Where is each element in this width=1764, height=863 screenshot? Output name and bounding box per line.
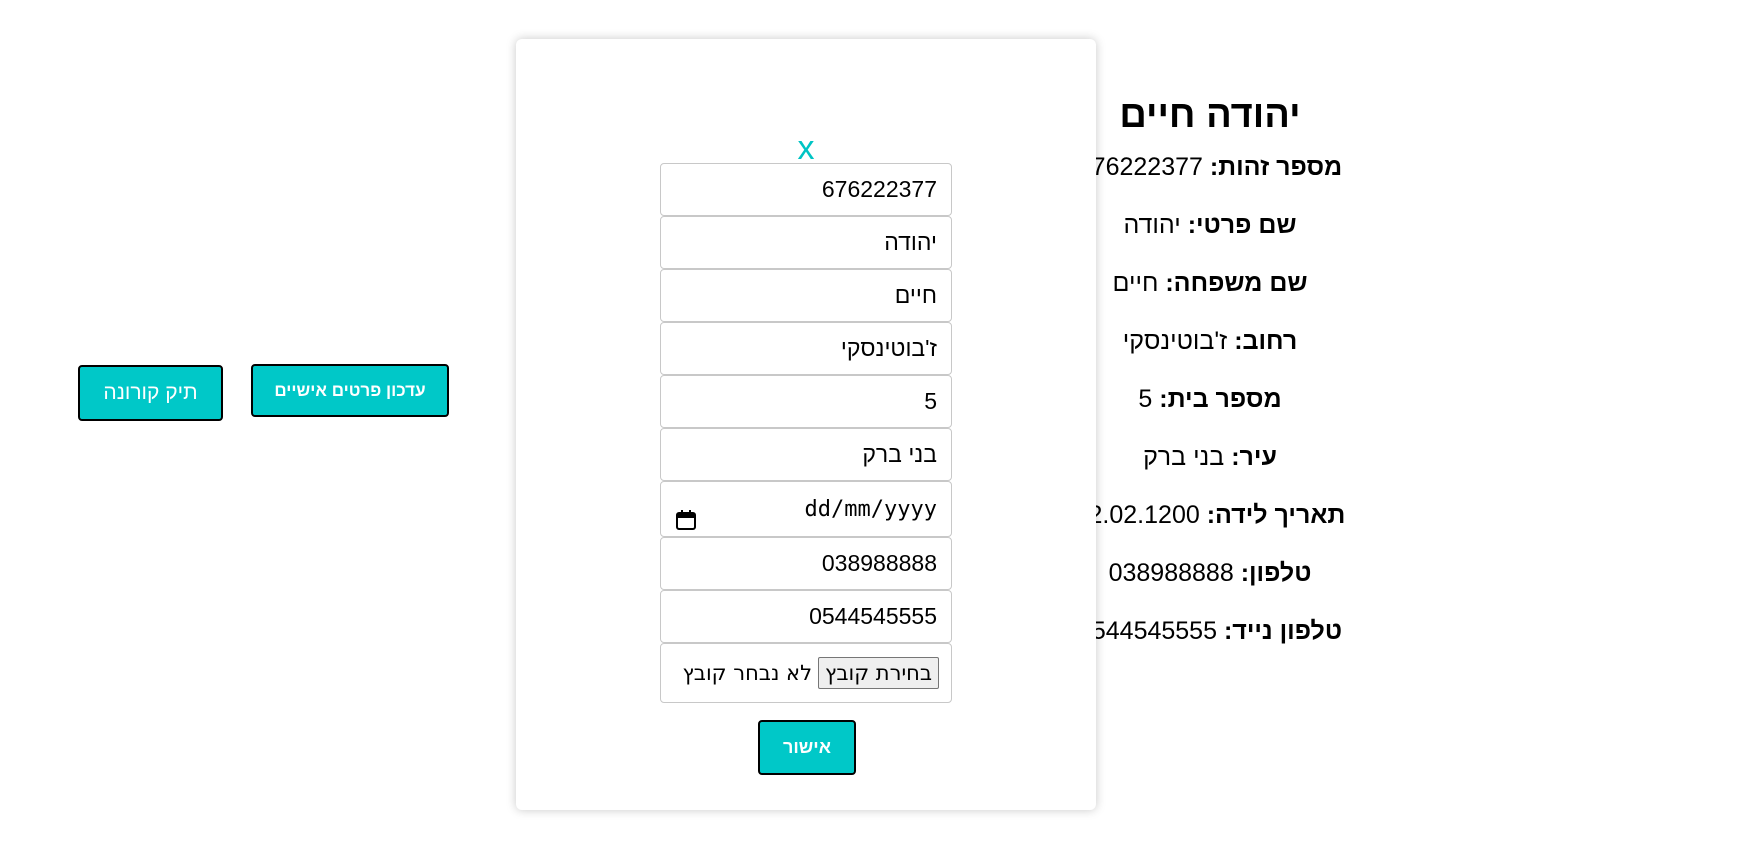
id-input[interactable] (675, 164, 937, 215)
profile-label: תאריך לידה: (1206, 501, 1346, 529)
street-field[interactable] (660, 322, 952, 375)
last-name-field[interactable] (660, 269, 952, 322)
profile-label: מספר זהות: (1209, 153, 1343, 181)
close-icon[interactable]: x (516, 131, 1096, 165)
last-name-input[interactable] (675, 270, 937, 321)
city-input[interactable] (675, 429, 937, 480)
house-number-input[interactable] (675, 376, 937, 427)
profile-value: 0544545555 (1077, 617, 1217, 645)
birth-date-field[interactable]: dd/mm/yyyy (660, 481, 952, 537)
profile-value: 5 (1138, 385, 1153, 413)
profile-value: בני ברק (1143, 443, 1225, 471)
edit-details-modal: x dd/mm/y (516, 39, 1096, 810)
profile-label: מספר בית: (1159, 385, 1282, 413)
profile-label: טלפון: (1240, 559, 1312, 587)
mobile-input[interactable] (675, 591, 937, 642)
corona-file-button[interactable]: תיק קורונה (78, 365, 223, 421)
profile-value: 038988888 (1108, 559, 1234, 587)
confirm-button[interactable]: אישור (758, 720, 856, 775)
first-name-field[interactable] (660, 216, 952, 269)
street-input[interactable] (675, 323, 937, 374)
city-field[interactable] (660, 428, 952, 481)
id-field[interactable] (660, 163, 952, 216)
house-number-field[interactable] (660, 375, 952, 428)
calendar-icon[interactable] (675, 498, 697, 530)
profile-label: שם פרטי: (1187, 211, 1297, 239)
profile-value: ז'בוטינסקי (1122, 327, 1228, 355)
page: יהודה חיים מספר זהות: 676222377 שם פרטי:… (0, 0, 1764, 863)
mobile-field[interactable] (660, 590, 952, 643)
first-name-input[interactable] (675, 217, 937, 268)
file-upload-field[interactable]: בחירת קובץ לא נבחר קובץ (660, 643, 952, 703)
choose-file-button[interactable]: בחירת קובץ (818, 657, 939, 689)
file-status: לא נבחר קובץ (682, 660, 813, 685)
profile-label: טלפון נייד: (1223, 617, 1343, 645)
birth-date-placeholder: dd/mm/yyyy (804, 496, 937, 522)
profile-label: שם משפחה: (1165, 269, 1308, 297)
profile-value: חיים (1112, 269, 1159, 297)
profile-value: יהודה (1123, 211, 1181, 239)
profile-label: רחוב: (1234, 327, 1298, 355)
update-details-button[interactable]: עדכון פרטים אישיים (251, 364, 449, 417)
profile-label: עיר: (1231, 443, 1277, 471)
phone-field[interactable] (660, 537, 952, 590)
phone-input[interactable] (675, 538, 937, 589)
profile-value: 676222377 (1077, 153, 1203, 181)
